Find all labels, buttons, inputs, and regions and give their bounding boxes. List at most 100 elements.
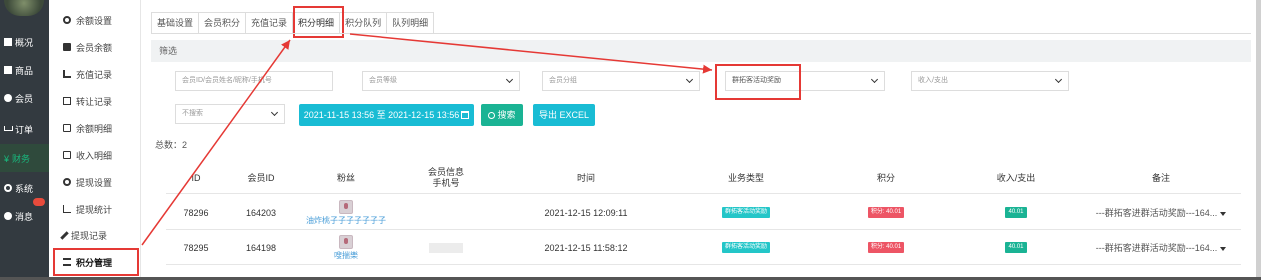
cell-remark[interactable]: ---群拓客进群活动奖励---164...: [1086, 195, 1236, 230]
member-level-select[interactable]: 会员等级: [362, 71, 520, 91]
divider: [151, 33, 1251, 34]
cell-phone: [416, 195, 476, 230]
gear-icon: [63, 16, 71, 24]
income-badge: 40.01: [1005, 242, 1027, 253]
finance-submenu: 余额设置 会员余额 充值记录 转让记录 余额明细 收入明细 提现设置 提现统计 …: [49, 0, 141, 280]
remark-text: ---群拓客进群活动奖励---164...: [1096, 206, 1227, 219]
tab-member-points[interactable]: 会员积分: [198, 12, 247, 34]
highlight-box: [715, 64, 801, 100]
cell-id: 78296: [183, 207, 209, 218]
member-search-input[interactable]: 会员ID/会员姓名/昵称/手机号: [175, 71, 333, 91]
document-icon: [63, 124, 71, 132]
type-badge: 群拓客活动奖励: [721, 242, 770, 253]
main-content: 基础设置 会员积分 充值记录 积分明细 积分队列 队列明细 筛选 会员ID/会员…: [141, 0, 1261, 280]
submenu-item-balance-details[interactable]: 余额明细: [49, 115, 141, 141]
sidebar-item-finance[interactable]: ¥ 财务: [0, 144, 49, 172]
chat-icon: [4, 212, 12, 220]
download-icon: [63, 70, 71, 78]
chevron-down-icon: [685, 75, 694, 84]
table-row: 78295 164198 嗖揣樂 2021-12-15 11:58:12 群拓客…: [166, 230, 1241, 265]
search-button-label: 搜索: [497, 110, 516, 120]
column-header: 会员ID: [247, 172, 275, 183]
points-badge: 积分: 40.01: [867, 207, 905, 218]
sidebar-item-label: 订单: [15, 124, 34, 135]
points-badge: 积分: 40.01: [867, 242, 905, 253]
select-value: 会员分组: [549, 77, 577, 84]
member-group-select[interactable]: 会员分组: [542, 71, 700, 91]
search-scope-select[interactable]: 不搜索: [175, 104, 285, 124]
search-icon: [488, 112, 496, 119]
caret-down-icon[interactable]: [1220, 247, 1227, 251]
gear-icon: [63, 178, 71, 186]
cell-income: 40.01: [956, 230, 1076, 265]
notification-badge: [33, 198, 45, 206]
column-header: 收入/支出: [996, 172, 1036, 183]
export-excel-button[interactable]: 导出 EXCEL: [533, 104, 595, 126]
table-row: 78296 164203 油炸桃子子子子子子子 2021-12-15 12:09…: [166, 195, 1241, 230]
submenu-item-withdraw-settings[interactable]: 提现设置: [49, 169, 141, 195]
submenu-item-recharge-records[interactable]: 充值记录: [49, 61, 141, 87]
table-header: ID 会员ID 粉丝 会员信息 手机号 时间 业务类型 积分 收入/支出 备注: [166, 162, 1241, 194]
scrollbar[interactable]: [1256, 0, 1261, 280]
submenu-item-label: 余额明细: [76, 123, 113, 134]
tab-recharge-records[interactable]: 充值记录: [245, 12, 294, 34]
submenu-item-label: 提现记录: [71, 230, 108, 241]
remark-text: ---群拓客进群活动奖励---164...: [1096, 241, 1227, 254]
submenu-item-withdraw-stats[interactable]: 提现统计: [49, 196, 141, 222]
sidebar-item-overview[interactable]: 概况: [0, 28, 49, 56]
type-badge: 群拓客活动奖励: [721, 207, 770, 218]
search-button[interactable]: 搜索: [481, 104, 523, 126]
highlight-box: [53, 248, 139, 276]
submenu-item-label: 提现设置: [76, 177, 113, 188]
date-range-button[interactable]: 2021-11-15 13:56 至 2021-12-15 13:56: [299, 104, 474, 126]
submenu-item-withdraw-records[interactable]: 提现记录: [49, 222, 141, 248]
sidebar-item-label: 财务: [12, 153, 31, 164]
sidebar-item-messages[interactable]: 消息: [0, 198, 49, 230]
cell-phone: [416, 230, 476, 265]
tab-basic-settings[interactable]: 基础设置: [151, 12, 200, 34]
sidebar-item-products[interactable]: 商品: [0, 56, 49, 84]
blurred-phone: [429, 242, 463, 253]
column-header: 会员信息 手机号: [427, 167, 464, 188]
column-header: ID: [191, 172, 201, 183]
date-range-label: 2021-11-15 13:56 至 2021-12-15 13:56: [303, 110, 460, 120]
submenu-item-balance-settings[interactable]: 余额设置: [49, 7, 141, 33]
submenu-item-label: 余额设置: [76, 15, 113, 26]
sidebar-item-label: 概况: [15, 37, 34, 48]
tab-points-queue[interactable]: 积分队列: [339, 12, 388, 34]
income-badge: 40.01: [1005, 207, 1027, 218]
caret-down-icon[interactable]: [1220, 212, 1227, 216]
select-value: 会员等级: [369, 77, 397, 84]
sidebar-item-label: 系统: [15, 183, 34, 194]
fan-name-link[interactable]: 油炸桃子子子子子子子: [306, 215, 386, 226]
cell-time: 2021-12-15 12:09:11: [544, 207, 628, 218]
box-icon: [4, 66, 12, 74]
chevron-down-icon: [270, 108, 279, 117]
cell-time: 2021-12-15 11:58:12: [544, 242, 628, 253]
sidebar-item-label: 会员: [15, 93, 34, 104]
tab-queue-details[interactable]: 队列明细: [386, 12, 435, 34]
column-header: 时间: [576, 172, 595, 183]
cell-remark[interactable]: ---群拓客进群活动奖励---164...: [1086, 230, 1236, 265]
main-sidebar: 概况 商品 会员 订单 ¥ 财务 系统 消息: [0, 0, 49, 280]
total-count: 总数：2: [155, 140, 188, 150]
select-value: 不搜索: [182, 110, 203, 117]
income-expense-select[interactable]: 收入/支出: [911, 71, 1069, 91]
fan-name-link[interactable]: 嗖揣樂: [334, 250, 358, 261]
chart-icon: [63, 205, 71, 213]
cell-fan: 油炸桃子子子子子子子: [296, 195, 396, 230]
column-header: 备注: [1151, 172, 1170, 183]
cell-income: 40.01: [956, 195, 1076, 230]
submenu-item-transfer-records[interactable]: 转让记录: [49, 88, 141, 114]
submenu-item-label: 会员余额: [76, 42, 113, 53]
submenu-item-income-details[interactable]: 收入明细: [49, 142, 141, 168]
submenu-item-member-balance[interactable]: 会员余额: [49, 34, 141, 60]
yen-icon: ¥: [4, 154, 10, 164]
sidebar-item-label: 消息: [15, 211, 34, 222]
sidebar-item-orders[interactable]: 订单: [0, 115, 49, 143]
sidebar-item-members[interactable]: 会员: [0, 84, 49, 112]
avatar: [339, 199, 353, 214]
remark-label: ---群拓客进群活动奖励---164...: [1095, 243, 1218, 253]
chevron-down-icon: [1054, 75, 1063, 84]
users-icon: [4, 94, 12, 102]
